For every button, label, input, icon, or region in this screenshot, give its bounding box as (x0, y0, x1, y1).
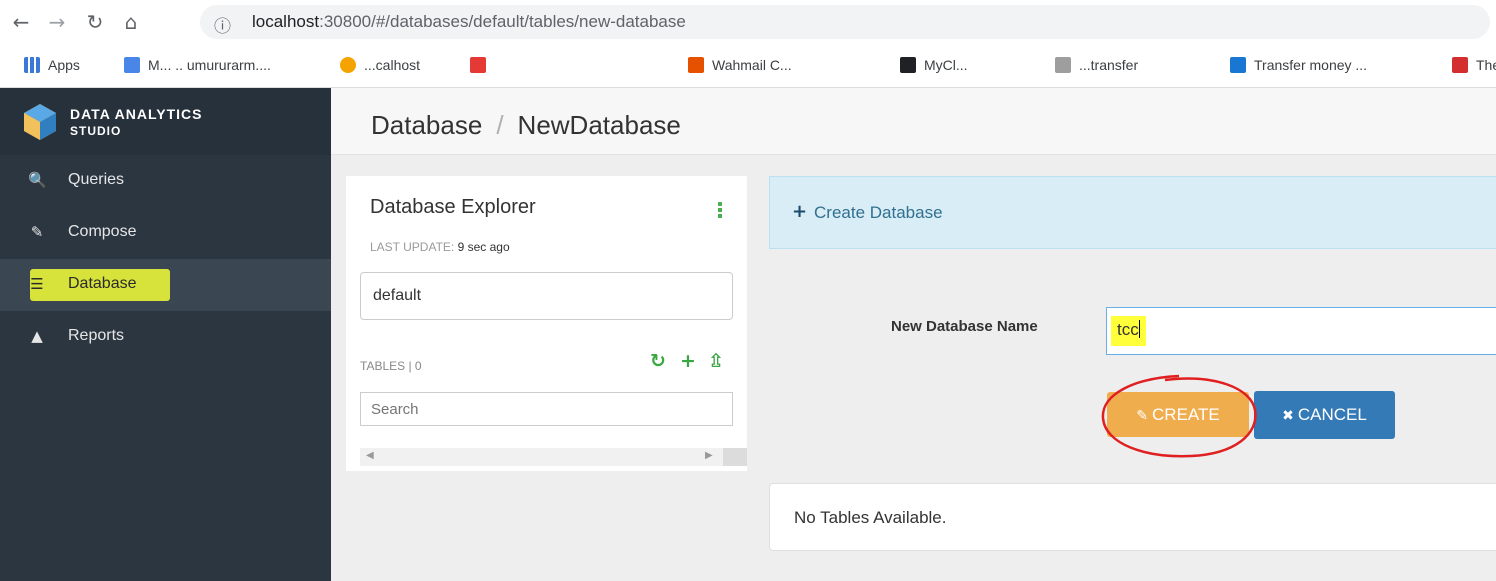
search-icon: 🔍 (28, 171, 47, 189)
back-arrow-icon[interactable]: ← (8, 9, 34, 35)
reload-icon[interactable]: ↻ (82, 9, 108, 35)
bookmark-item[interactable]: ...transfer (1055, 57, 1195, 77)
bookmark-apps[interactable]: Apps (24, 57, 104, 77)
forward-arrow-icon[interactable]: → (44, 9, 70, 35)
address-bar[interactable]: ⓘ localhost:30800/#/databases/default/ta… (200, 5, 1490, 39)
table-search-input[interactable] (360, 392, 733, 426)
bookmark-item[interactable]: ...calhost (340, 57, 450, 77)
bookmark-item[interactable]: M... .. umururarm.... (124, 57, 314, 77)
app-logo-icon (24, 104, 56, 140)
explorer-title: Database Explorer (370, 196, 536, 218)
bookmark-favicon-icon (1055, 57, 1071, 73)
database-icon: ☰ (30, 275, 44, 293)
upload-icon[interactable]: ⇫ (708, 350, 724, 372)
sidebar-item-queries[interactable]: 🔍 Queries (0, 155, 331, 207)
create-database-banner[interactable]: + Create Database (769, 176, 1496, 249)
horizontal-scrollbar[interactable]: ◀ ▶ (360, 448, 747, 466)
breadcrumb-root[interactable]: Database (371, 110, 482, 140)
breadcrumb-separator: / (496, 110, 504, 140)
sidebar-item-compose[interactable]: ✎ Compose (0, 207, 331, 259)
last-update: LAST UPDATE: 9 sec ago (370, 240, 510, 254)
edit-icon: ✎ (30, 223, 44, 241)
scrollbar-corner (723, 448, 747, 466)
url-text: localhost:30800/#/databases/default/tabl… (252, 12, 686, 31)
last-update-value: 9 sec ago (457, 240, 510, 254)
breadcrumb-current: NewDatabase (517, 110, 681, 140)
database-select[interactable]: default (360, 272, 733, 320)
cancel-button-label: CANCEL (1297, 405, 1367, 424)
brand[interactable]: DATA ANALYTICS STUDIO (0, 88, 331, 155)
page-header: Database / NewDatabase (331, 88, 1496, 155)
bookmark-favicon-icon (340, 57, 356, 73)
close-icon: ✖ (1282, 408, 1294, 424)
red-annotation-circle (1101, 374, 1257, 458)
no-tables-text: No Tables Available. (794, 508, 947, 527)
brand-title: DATA ANALYTICS (70, 106, 203, 122)
cancel-button[interactable]: ✖ CANCEL (1254, 391, 1395, 439)
sidebar-item-label: Reports (68, 327, 125, 344)
bookmark-favicon-icon (900, 57, 916, 73)
bookmark-item[interactable]: Wahmail C... (688, 57, 858, 77)
browser-toolbar: ← → ↻ ⌂ ⓘ localhost:30800/#/databases/de… (0, 0, 1496, 44)
sidebar-item-label: Compose (68, 223, 137, 240)
apps-grid-icon (24, 57, 40, 73)
create-database-title: Create Database (814, 203, 943, 222)
refresh-icon[interactable]: ↻ (650, 350, 666, 372)
sidebar-item-reports[interactable]: ▲ Reports (0, 311, 331, 363)
scroll-left-icon[interactable]: ◀ (366, 450, 374, 461)
no-tables-message: No Tables Available. (769, 483, 1496, 551)
sidebar: DATA ANALYTICS STUDIO 🔍 Queries ✎ Compos… (0, 88, 331, 581)
bookmark-favicon-icon (470, 57, 486, 73)
add-table-icon[interactable]: + (680, 350, 696, 372)
tables-count-label: TABLES | 0 (360, 359, 422, 373)
sidebar-item-label: Queries (68, 171, 125, 188)
brand-subtitle: STUDIO (70, 124, 122, 138)
sidebar-item-label: Database (68, 275, 137, 292)
scroll-right-icon[interactable]: ▶ (705, 450, 713, 461)
breadcrumb: Database / NewDatabase (371, 110, 681, 141)
input-value: tcc (1111, 316, 1146, 346)
more-options-icon[interactable] (718, 202, 722, 220)
new-database-name-label: New Database Name (891, 318, 1038, 335)
home-icon[interactable]: ⌂ (118, 9, 144, 35)
main-content: Database / NewDatabase Database Explorer L… (331, 88, 1496, 581)
bookmark-favicon-icon (1452, 57, 1468, 73)
bookmark-item[interactable]: MyCl... (900, 57, 1030, 77)
bookmarks-bar: Apps M... .. umururarm.... ...calhost Wa… (0, 44, 1496, 88)
new-database-name-input[interactable]: tcc (1106, 307, 1496, 355)
bookmark-favicon-icon (688, 57, 704, 73)
bookmark-favicon-icon (124, 57, 140, 73)
info-icon[interactable]: ⓘ (214, 12, 231, 37)
database-explorer-panel: Database Explorer LAST UPDATE: 9 sec ago… (346, 176, 747, 471)
plus-icon: + (792, 201, 808, 222)
bookmark-item[interactable]: Transfer money ... (1230, 57, 1425, 77)
table-actions: ↻ + ⇫ (650, 350, 740, 374)
text-caret (1138, 320, 1140, 338)
chart-icon: ▲ (31, 327, 43, 345)
sidebar-item-database[interactable]: ☰ Database (0, 259, 331, 311)
bookmark-item[interactable]: The (1452, 57, 1496, 77)
bookmark-favicon-icon (1230, 57, 1246, 73)
bookmark-item[interactable] (470, 57, 650, 77)
